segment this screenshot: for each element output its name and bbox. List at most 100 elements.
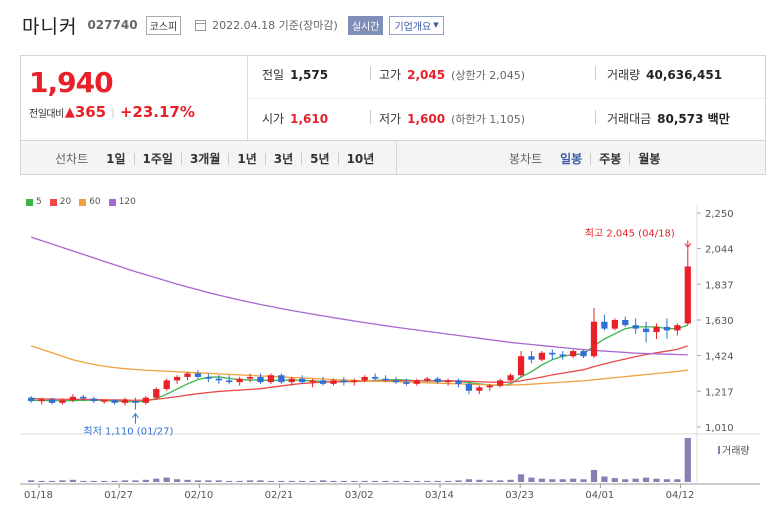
candle-body [622, 320, 629, 326]
volume-bar [184, 479, 191, 482]
y-tick-label: 1,217 [705, 387, 734, 398]
volume-bar [486, 480, 493, 482]
volume-bar [351, 480, 358, 482]
candle-body [549, 352, 556, 355]
candle-body [132, 401, 139, 403]
volume-bar [38, 480, 45, 482]
candle-body [299, 378, 306, 383]
x-tick-label: 03/02 [345, 490, 374, 501]
volume-bar [403, 480, 410, 482]
candle-body [413, 380, 420, 384]
volume-bar [101, 480, 108, 482]
x-tick-label: 03/23 [505, 490, 534, 501]
x-tick-label: 02/21 [265, 490, 294, 501]
candle-body [663, 326, 671, 331]
candle-body [278, 375, 285, 383]
candle-body [590, 321, 598, 357]
volume-bar [142, 479, 149, 482]
volume-bar [674, 479, 681, 482]
volume-bar [392, 480, 400, 482]
candle-body [486, 385, 493, 388]
candle-body [288, 378, 295, 383]
volume-bar [653, 478, 660, 482]
y-tick-label: 2,250 [705, 209, 734, 220]
volume-legend-swatch [718, 446, 720, 454]
candle-body [476, 387, 483, 391]
candle-body [111, 400, 118, 403]
candle-body [69, 396, 77, 401]
volume-bar [194, 480, 202, 482]
candle-body [121, 399, 129, 403]
ma20-line [31, 345, 688, 401]
volume-bar [132, 480, 139, 482]
volume-bar [59, 480, 66, 482]
volume-bar [570, 478, 577, 482]
volume-bar [226, 480, 233, 482]
volume-bar [590, 469, 598, 482]
candle-body [455, 380, 462, 384]
candle-body [153, 389, 160, 398]
volume-bar [278, 480, 285, 482]
volume-bar [632, 478, 639, 482]
candle-body [246, 376, 254, 379]
y-tick-label: 2,044 [705, 245, 734, 256]
candle-body [215, 378, 222, 381]
candle-body [444, 380, 452, 383]
y-tick-label: 1,010 [705, 423, 734, 434]
candle-body [580, 351, 587, 357]
volume-bar [559, 479, 566, 482]
volume-bar [267, 480, 275, 482]
candle-body [684, 266, 691, 324]
candle-body [497, 380, 504, 386]
candle-body [184, 373, 191, 377]
volume-bar [173, 479, 181, 482]
volume-bar [288, 480, 295, 482]
candle-body [361, 376, 368, 381]
candlestick-chart[interactable]: 2,250 2,044 1,837 1,630 1,424 1,217 1,010 01/18… [0, 0, 773, 512]
candle-body [382, 378, 389, 381]
volume-bar [507, 479, 514, 482]
max-annotation: 최고 2,045 (04/18) [585, 227, 675, 239]
candle-body [372, 376, 379, 379]
volume-bar [205, 480, 212, 482]
volume-bar [663, 479, 671, 482]
candle-body [80, 396, 87, 399]
candle-body [257, 376, 264, 383]
candle-body [173, 376, 181, 381]
min-annotation: 최저 1,110 (01/27) [83, 426, 173, 438]
volume-bar [90, 480, 97, 482]
x-tick-label: 02/10 [184, 490, 213, 501]
volume-bar [642, 477, 650, 482]
volume-bar [622, 479, 629, 482]
volume-bar [372, 480, 379, 482]
candle-body [653, 326, 660, 333]
candle-body [403, 382, 410, 384]
candle-body [528, 356, 535, 360]
candle-body [28, 397, 35, 402]
candle-body [538, 352, 546, 360]
candle-body [163, 380, 170, 390]
ma5-line [31, 324, 688, 403]
candle-body [674, 325, 681, 331]
y-tick-label: 1,424 [705, 352, 734, 363]
candle-body [101, 400, 108, 402]
ma60-line [31, 345, 688, 386]
candle-body [90, 398, 97, 402]
candle-body [632, 325, 639, 329]
volume-bar [309, 480, 316, 482]
volume-bar [476, 479, 483, 482]
candle-body [559, 354, 566, 357]
candle-body [570, 351, 577, 357]
y-tick-label: 1,630 [705, 316, 734, 327]
candle-body [319, 380, 327, 384]
candle-body [392, 380, 400, 383]
candle-body [330, 380, 337, 384]
candle-body [226, 380, 233, 383]
candle-body [38, 399, 45, 402]
ma120-line [31, 236, 688, 356]
volume-bar [80, 480, 87, 482]
candle-body [351, 380, 358, 383]
volume-bar [28, 480, 35, 482]
volume-bar [455, 480, 462, 482]
volume-bar [549, 479, 556, 482]
